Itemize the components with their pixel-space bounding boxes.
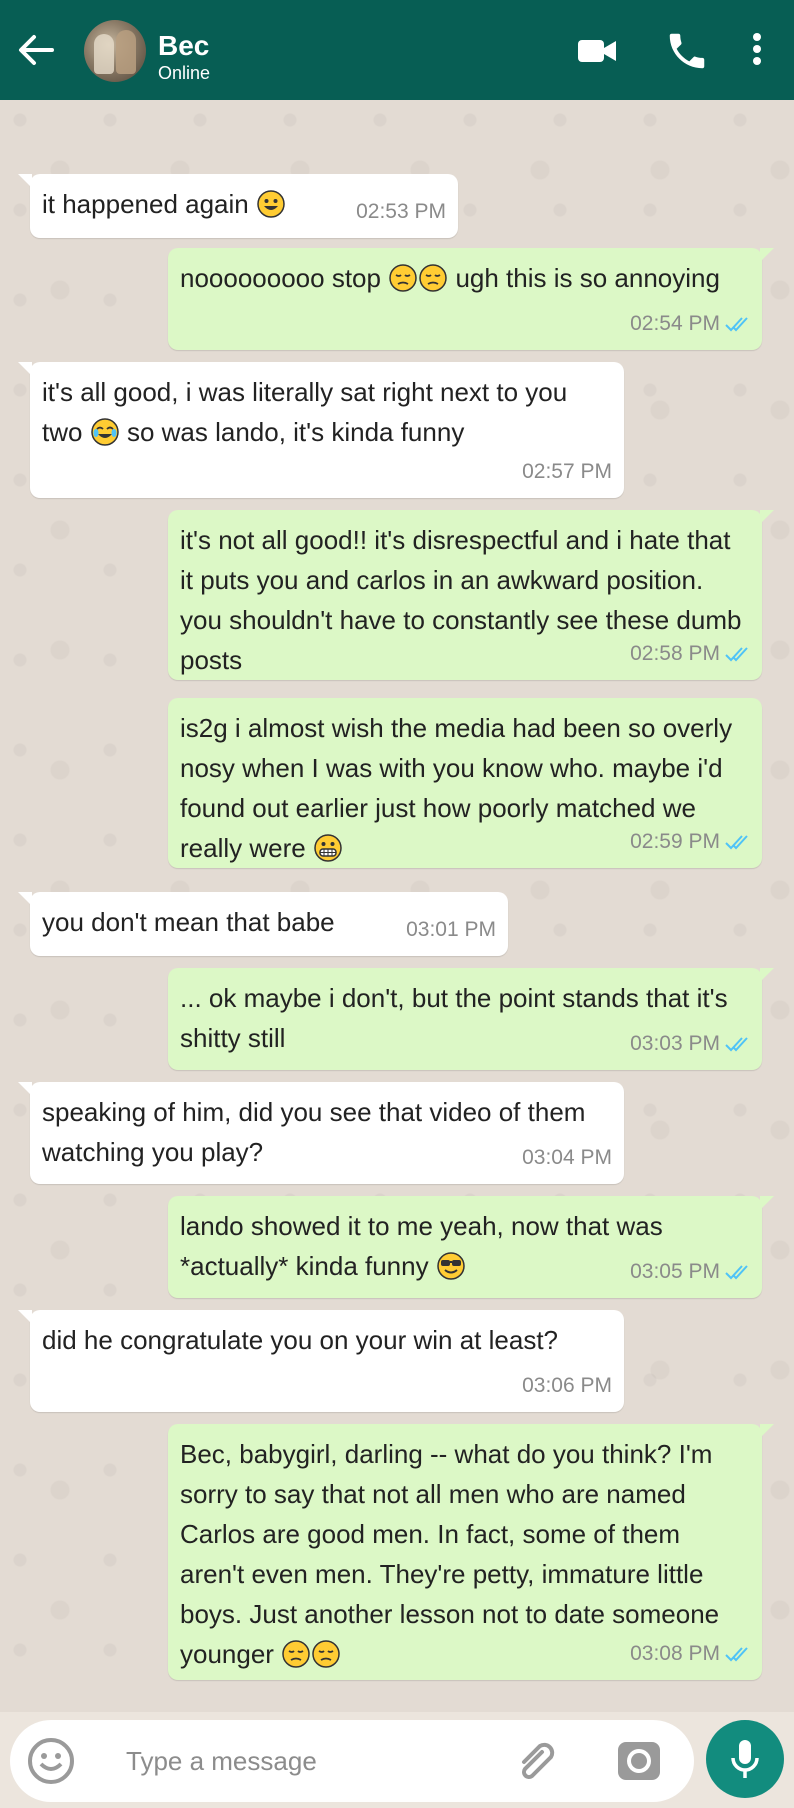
message-text: ugh this is so annoying <box>455 263 720 293</box>
composer-bar: Type a message <box>0 1712 794 1808</box>
message-bubble[interactable]: you don't mean that babe 03:01 PM <box>18 892 508 956</box>
message-time: 03:04 PM <box>522 1146 612 1169</box>
read-ticks-icon <box>725 317 748 332</box>
pensive-emoji-icon <box>311 1639 341 1669</box>
more-options-button[interactable] <box>742 28 772 74</box>
message-bubble[interactable]: did he congratulate you on your win at l… <box>18 1310 624 1412</box>
message-time: 02:59 PM <box>630 830 720 853</box>
sunglasses-emoji-icon <box>436 1251 466 1281</box>
message-bubble[interactable]: Bec, babygirl, darling -- what do you th… <box>168 1424 774 1680</box>
chat-header: Bec Online <box>0 0 794 100</box>
contact-name[interactable]: Bec <box>158 30 209 62</box>
message-text: nooooooooo stop <box>180 263 381 293</box>
message-bubble[interactable]: ... ok maybe i don't, but the point stan… <box>168 968 774 1070</box>
message-time: 03:05 PM <box>630 1260 720 1283</box>
video-call-button[interactable] <box>574 28 620 74</box>
message-time: 03:01 PM <box>406 918 496 941</box>
message-text: so was lando, it's kinda funny <box>126 417 465 447</box>
message-bubble[interactable]: lando showed it to me yeah, now that was… <box>168 1196 774 1298</box>
read-ticks-icon <box>725 835 748 850</box>
message-time: 02:58 PM <box>630 642 720 665</box>
read-ticks-icon <box>725 647 748 662</box>
grimacing-emoji-icon <box>313 833 343 863</box>
back-button[interactable] <box>12 26 60 74</box>
message-time: 03:06 PM <box>522 1374 612 1397</box>
chat-area[interactable]: it happened again 02:53 PM nooooooooo st… <box>0 100 794 1712</box>
message-placeholder: Type a message <box>126 1746 317 1776</box>
message-text: speaking of him, did you see that video … <box>42 1097 586 1167</box>
paperclip-icon <box>522 1742 555 1779</box>
phone-icon <box>669 33 705 69</box>
message-time: 03:08 PM <box>630 1642 720 1665</box>
message-time: 02:54 PM <box>630 312 720 335</box>
emoji-picker-button[interactable] <box>26 1736 76 1786</box>
pensive-emoji-icon <box>418 263 448 293</box>
video-camera-icon <box>578 40 616 62</box>
pensive-emoji-icon <box>281 1639 311 1669</box>
message-time: 02:57 PM <box>522 460 612 483</box>
arrow-left-icon <box>19 35 54 65</box>
more-vertical-icon <box>753 33 761 65</box>
avatar[interactable] <box>84 20 146 82</box>
read-ticks-icon <box>725 1037 748 1052</box>
message-text: you don't mean that babe <box>42 907 335 937</box>
message-time: 03:03 PM <box>630 1032 720 1055</box>
message-bubble[interactable]: speaking of him, did you see that video … <box>18 1082 624 1184</box>
message-input[interactable]: Type a message <box>10 1720 694 1802</box>
message-bubble[interactable]: it's not all good!! it's disrespectful a… <box>168 510 774 680</box>
camera-icon <box>618 1742 660 1780</box>
read-ticks-icon <box>725 1647 748 1662</box>
microphone-icon <box>731 1740 759 1778</box>
contact-status: Online <box>158 63 211 83</box>
message-bubble[interactable]: nooooooooo stop ugh this is so annoying … <box>168 248 774 350</box>
message-bubble[interactable]: is2g i almost wish the media had been so… <box>168 698 762 868</box>
message-text: it happened again <box>42 189 249 219</box>
voice-call-button[interactable] <box>664 28 710 74</box>
camera-button[interactable] <box>612 1734 666 1788</box>
message-bubble[interactable]: it's all good, i was literally sat right… <box>18 362 624 498</box>
attach-button[interactable] <box>510 1734 564 1788</box>
smiley-icon <box>28 1738 74 1784</box>
read-ticks-icon <box>725 1265 748 1280</box>
pensive-emoji-icon <box>388 263 418 293</box>
grinning-emoji-icon <box>256 189 286 219</box>
message-text: did he congratulate you on your win at l… <box>42 1325 559 1355</box>
mic-button[interactable] <box>706 1720 784 1798</box>
message-time: 02:53 PM <box>356 200 446 223</box>
joy-emoji-icon <box>90 417 120 447</box>
message-bubble[interactable]: it happened again 02:53 PM <box>18 174 458 238</box>
message-text: lando showed it to me yeah, now that was… <box>180 1211 663 1281</box>
